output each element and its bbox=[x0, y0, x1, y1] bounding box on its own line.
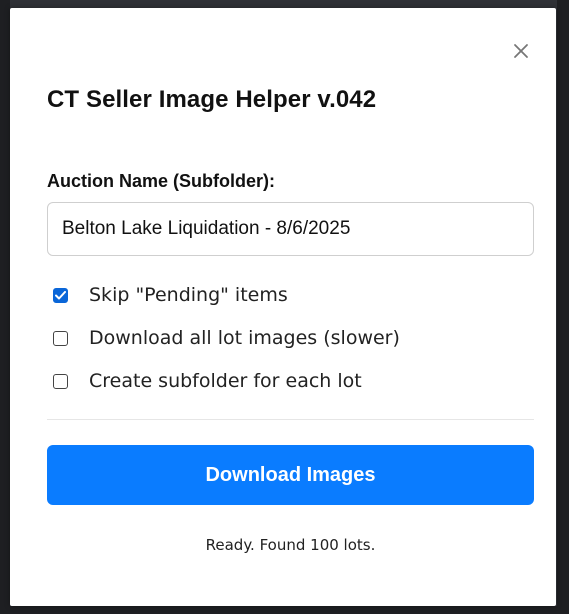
popup-title: CT Seller Image Helper v.042 bbox=[47, 86, 377, 113]
download-all-label: Download all lot images (slower) bbox=[89, 327, 400, 349]
subfolder-per-lot-label: Create subfolder for each lot bbox=[89, 370, 362, 392]
background-right-edge bbox=[557, 0, 569, 614]
checkmark-icon bbox=[55, 290, 66, 299]
skip-pending-label: Skip "Pending" items bbox=[89, 284, 288, 306]
download-images-button[interactable]: Download Images bbox=[47, 445, 534, 505]
option-download-all[interactable]: Download all lot images (slower) bbox=[53, 326, 400, 350]
auction-name-label: Auction Name (Subfolder): bbox=[47, 171, 275, 191]
section-divider bbox=[47, 419, 534, 420]
background-left-edge bbox=[0, 0, 10, 614]
skip-pending-checkbox[interactable] bbox=[53, 287, 68, 303]
option-skip-pending[interactable]: Skip "Pending" items bbox=[53, 283, 288, 307]
close-button[interactable] bbox=[510, 40, 532, 62]
auction-name-input[interactable] bbox=[47, 202, 534, 256]
close-icon bbox=[514, 44, 528, 58]
subfolder-per-lot-checkbox[interactable] bbox=[53, 373, 68, 389]
background-bottom-edge bbox=[0, 606, 569, 614]
status-text: Ready. Found 100 lots. bbox=[205, 536, 376, 554]
option-subfolder-per-lot[interactable]: Create subfolder for each lot bbox=[53, 369, 362, 393]
download-all-checkbox[interactable] bbox=[53, 330, 68, 346]
extension-popup: CT Seller Image Helper v.042 Auction Nam… bbox=[10, 8, 556, 606]
